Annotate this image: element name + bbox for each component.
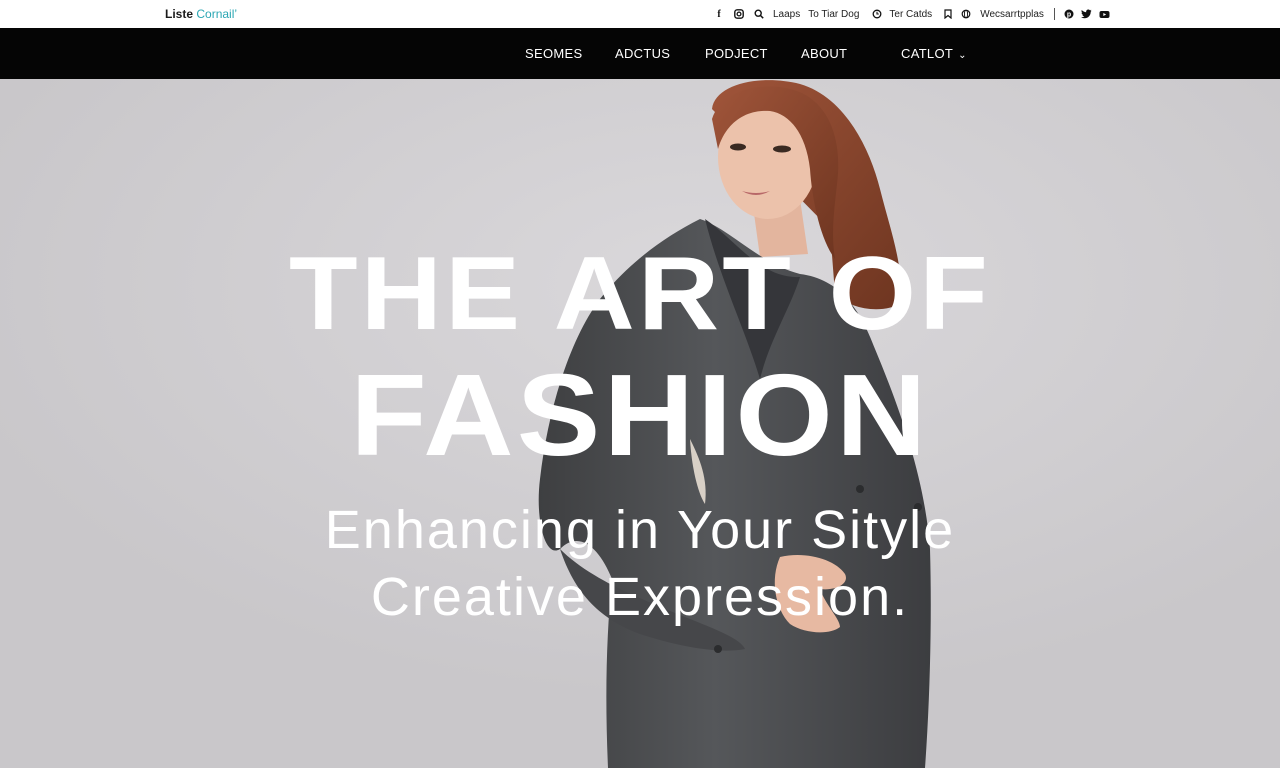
- utility-link-1[interactable]: Laaps: [773, 9, 800, 20]
- hero-headline-line-2: FASHION: [350, 350, 930, 480]
- search-icon[interactable]: [753, 7, 765, 21]
- site-logo[interactable]: Liste Cornail’: [165, 7, 237, 21]
- hero-headline-line-1: THE ART OF: [288, 236, 992, 352]
- hero-section: THE ART OF FASHION Enhancing in Your Sit…: [0, 79, 1280, 768]
- svg-text:p: p: [1067, 12, 1071, 19]
- instagram-icon[interactable]: [733, 7, 745, 21]
- utility-link-2[interactable]: To Tiar Dog: [808, 9, 859, 20]
- top-utility-bar: Liste Cornail’ f Laaps To Tiar Dog Ter C…: [0, 0, 1280, 28]
- clock-icon[interactable]: [871, 7, 883, 21]
- utility-link-4[interactable]: Wecsarrtpplas: [980, 9, 1044, 20]
- utility-divider: [1053, 8, 1055, 20]
- youtube-icon[interactable]: [1099, 7, 1111, 21]
- logo-text-accent: Cornail’: [196, 7, 238, 21]
- logo-text-primary: Liste: [165, 7, 194, 21]
- globe-icon[interactable]: [960, 7, 972, 21]
- nav-item-seomes[interactable]: SEOMES: [525, 28, 582, 79]
- chevron-down-icon: ⌄: [958, 50, 967, 61]
- facebook-icon[interactable]: f: [713, 7, 725, 21]
- nav-item-podject[interactable]: PODJECT: [705, 28, 768, 79]
- utility-link-3[interactable]: Ter Catds: [889, 9, 932, 20]
- twitter-icon[interactable]: [1081, 7, 1093, 21]
- utility-links: f Laaps To Tiar Dog Ter Catds Wecsarrtpp…: [713, 6, 1111, 22]
- nav-item-adctus[interactable]: ADCTUS: [615, 28, 670, 79]
- nav-item-catlot[interactable]: CATLOT ⌄: [901, 28, 967, 79]
- hero-tagline-line-2: Creative Expression.: [370, 567, 910, 627]
- bookmark-icon[interactable]: [942, 7, 954, 21]
- pinterest-icon[interactable]: p: [1063, 7, 1075, 21]
- nav-item-about[interactable]: ABOUT: [801, 28, 847, 79]
- hero-tagline-line-1: Enhancing in Your Sityle: [324, 500, 956, 560]
- nav-item-catlot-label: CATLOT: [901, 46, 954, 61]
- main-navigation: SEOMES ADCTUS PODJECT ABOUT CATLOT ⌄: [0, 28, 1280, 79]
